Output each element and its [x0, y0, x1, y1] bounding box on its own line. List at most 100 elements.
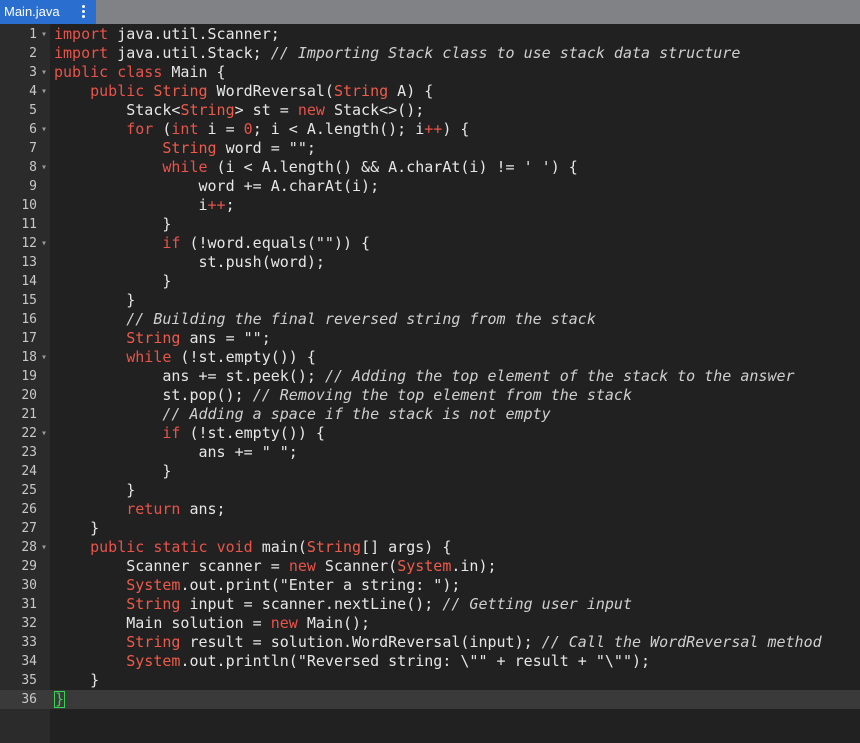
code-line[interactable]: 1 ▾ import java.util.Scanner;	[0, 25, 860, 44]
code-token: String	[180, 101, 235, 119]
kebab-menu-icon[interactable]	[82, 5, 86, 19]
code-line[interactable]: 14 }	[0, 272, 860, 291]
code-line[interactable]: 6 ▾ for (int i = 0; i < A.length(); i++) …	[0, 120, 860, 139]
line-number: 28	[21, 540, 37, 555]
code-line[interactable]: 17 String ans = "";	[0, 329, 860, 348]
code-token: Main {	[162, 63, 226, 81]
code-token: i =	[198, 120, 244, 138]
code-line[interactable]: 20 st.pop(); // Removing the top element…	[0, 386, 860, 405]
code-line[interactable]: 13 st.push(word);	[0, 253, 860, 272]
code-line[interactable]: 15 }	[0, 291, 860, 310]
code-line[interactable]: 26 return ans;	[0, 500, 860, 519]
code-token: Scanner(	[315, 557, 398, 575]
code-token: String	[306, 538, 362, 556]
code-text: while (!st.empty()) {	[54, 348, 316, 367]
code-line[interactable]: 32 Main solution = new Main();	[0, 614, 860, 633]
code-line[interactable]: 27 }	[0, 519, 860, 538]
code-text: }	[54, 462, 171, 481]
line-number: 18	[21, 350, 37, 365]
code-text: public class Main {	[54, 63, 226, 82]
code-token: st.pop();	[54, 386, 253, 404]
code-line[interactable]: 19 ans += st.peek(); // Adding the top e…	[0, 367, 860, 386]
code-line[interactable]: 21 // Adding a space if the stack is not…	[0, 405, 860, 424]
code-line[interactable]: 28 ▾ public static void main(String[] arg…	[0, 538, 860, 557]
code-line[interactable]: 24 }	[0, 462, 860, 481]
code-line[interactable]: 30 System.out.print("Enter a string: ");	[0, 576, 860, 595]
code-token: // Adding a space if the stack is not em…	[162, 405, 551, 423]
code-token: import	[54, 44, 109, 62]
code-token: Main();	[297, 614, 371, 632]
code-line[interactable]: 2 import java.util.Stack; // Importing St…	[0, 44, 860, 63]
code-text: import java.util.Scanner;	[54, 25, 280, 44]
line-number: 10	[21, 198, 37, 213]
code-token: result = solution.WordReversal(input);	[180, 633, 542, 651]
code-line[interactable]: 7 String word = "";	[0, 139, 860, 158]
code-token: Stack<	[54, 101, 181, 119]
code-text: ans += st.peek(); // Adding the top elem…	[54, 367, 794, 386]
code-line[interactable]: 33 String result = solution.WordReversal…	[0, 633, 860, 652]
code-text: System.out.println("Reversed string: \""…	[54, 652, 650, 671]
fold-arrow-icon[interactable]: ▾	[41, 538, 47, 557]
code-token: String	[126, 595, 181, 613]
code-text: String word = "";	[54, 139, 316, 158]
fold-arrow-icon[interactable]: ▾	[41, 63, 47, 82]
code-line[interactable]: 5 Stack<String> st = new Stack<>();	[0, 101, 860, 120]
code-line[interactable]: 10 i++;	[0, 196, 860, 215]
code-token: ; i < A.length(); i	[252, 120, 425, 138]
code-line[interactable]: 36}	[0, 690, 860, 709]
tab-main-java[interactable]: Main.java	[0, 0, 96, 24]
code-line[interactable]: 22 ▾ if (!st.empty()) {	[0, 424, 860, 443]
code-line[interactable]: 34 System.out.println("Reversed string: …	[0, 652, 860, 671]
fold-arrow-icon[interactable]: ▾	[41, 348, 47, 367]
code-line[interactable]: 12 ▾ if (!word.equals("")) {	[0, 234, 860, 253]
fold-arrow-icon[interactable]: ▾	[41, 82, 47, 101]
line-number: 9	[29, 179, 37, 194]
code-line[interactable]: 9 word += A.charAt(i);	[0, 177, 860, 196]
code-token: import	[54, 25, 109, 43]
code-line[interactable]: 25 }	[0, 481, 860, 500]
code-line[interactable]: 29 Scanner scanner = new Scanner(System.…	[0, 557, 860, 576]
fold-arrow-icon[interactable]: ▾	[41, 120, 47, 139]
code-line[interactable]: 18 ▾ while (!st.empty()) {	[0, 348, 860, 367]
line-number: 34	[21, 654, 37, 669]
code-line[interactable]: 31 String input = scanner.nextLine(); //…	[0, 595, 860, 614]
code-text: i++;	[54, 196, 235, 215]
fold-arrow-icon[interactable]: ▾	[41, 25, 47, 44]
code-editor[interactable]: 1 ▾ import java.util.Scanner; 2 import java.…	[0, 24, 860, 743]
code-line[interactable]: 11 }	[0, 215, 860, 234]
code-line[interactable]: 35 }	[0, 671, 860, 690]
code-text: public static void main(String[] args) {	[54, 538, 451, 557]
code-token: Scanner scanner =	[54, 557, 289, 575]
code-text: System.out.print("Enter a string: ");	[54, 576, 460, 595]
code-text: if (!st.empty()) {	[54, 424, 325, 443]
code-line[interactable]: 23 ans += " ";	[0, 443, 860, 462]
code-line[interactable]: 16 // Building the final reversed string…	[0, 310, 860, 329]
code-token: (!word.equals("")) {	[180, 234, 371, 252]
code-text: }	[54, 215, 171, 234]
line-number: 13	[21, 255, 37, 270]
code-token: public	[90, 538, 145, 556]
code-text: }	[54, 272, 171, 291]
fold-arrow-icon[interactable]: ▾	[41, 234, 47, 253]
code-token: ans = "";	[180, 329, 271, 347]
fold-arrow-icon[interactable]: ▾	[41, 158, 47, 177]
code-token: > st =	[234, 101, 298, 119]
code-line[interactable]: 3 ▾ public class Main {	[0, 63, 860, 82]
code-text: String input = scanner.nextLine(); // Ge…	[54, 595, 632, 614]
code-token: ans += st.peek();	[54, 367, 325, 385]
code-line[interactable]: 4 ▾ public String WordReversal(String A) …	[0, 82, 860, 101]
code-token: ;	[225, 196, 235, 214]
tab-bar: Main.java	[0, 0, 860, 24]
code-line[interactable]: 8 ▾ while (i < A.length() && A.charAt(i) …	[0, 158, 860, 177]
fold-arrow-icon[interactable]: ▾	[41, 424, 47, 443]
code-token: (!st.empty()) {	[171, 348, 316, 366]
line-number: 12	[21, 236, 37, 251]
